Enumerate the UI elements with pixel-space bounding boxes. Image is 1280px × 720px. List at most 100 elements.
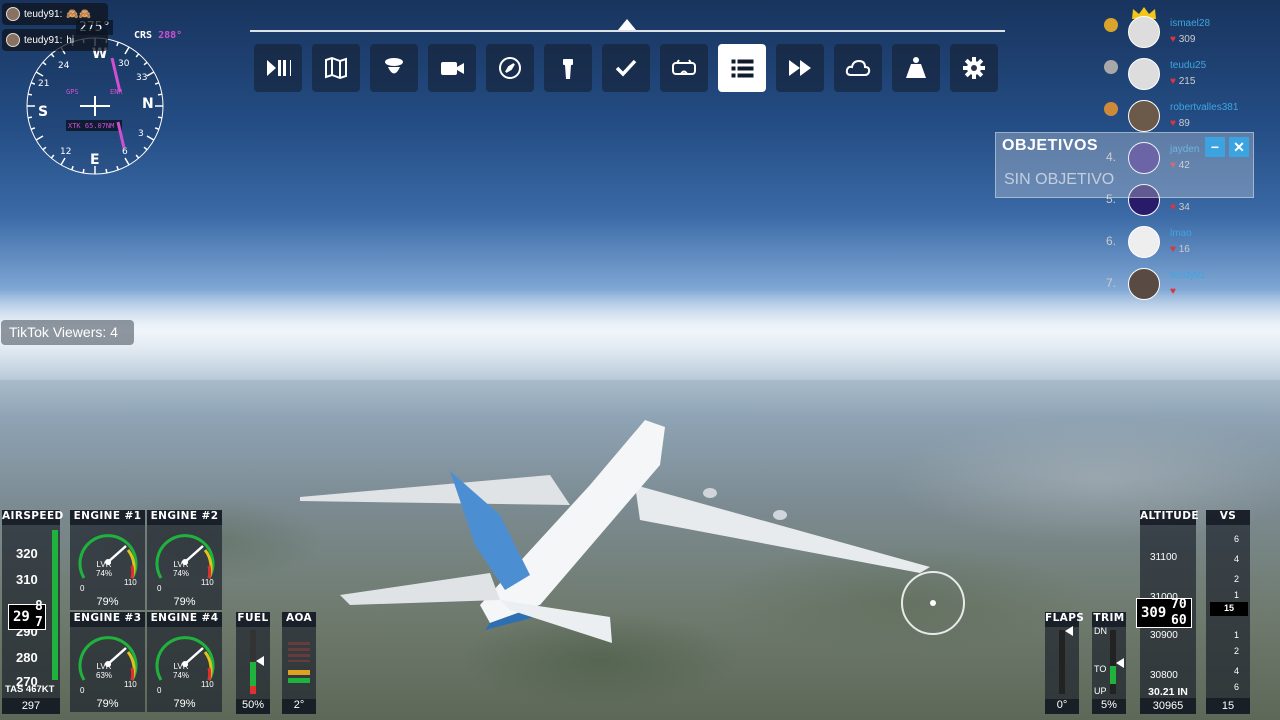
atc-button[interactable] <box>544 44 592 92</box>
pilot-icon <box>385 58 403 74</box>
engine-max: 110 <box>201 680 214 689</box>
leaderboard-score: 89 <box>1170 118 1190 129</box>
flaps-pointer <box>1065 626 1073 636</box>
leaderboard-score: 215 <box>1170 76 1196 87</box>
leaderboard-name: teudu25 <box>1170 60 1207 71</box>
compass-num: 21 <box>38 79 49 89</box>
minimize-button[interactable]: − <box>1205 137 1225 157</box>
leaderboard-row: 6. lmao 16 <box>1100 224 1270 260</box>
settings-button[interactable] <box>950 44 998 92</box>
airspeed-indicator: AIRSPEED 320 310 290 280 270 29 8 7 TAS … <box>2 510 63 714</box>
close-button[interactable]: ✕ <box>1229 137 1249 157</box>
tas-readout: TAS 467KT <box>5 684 55 695</box>
altitude-tick: 30800 <box>1150 670 1178 681</box>
checkmark-icon <box>615 59 637 77</box>
chat-message: teudy91: hi <box>2 29 108 51</box>
vs-readout: 15 <box>1210 602 1248 616</box>
compass-num: 12 <box>60 147 71 157</box>
trim-pointer <box>1116 658 1124 668</box>
compass-tick <box>157 116 163 119</box>
vs-title: VS <box>1206 510 1250 525</box>
engine-title: ENGINE #3 <box>70 612 145 627</box>
engine-min: 0 <box>157 584 162 593</box>
airspeed-green-band <box>52 530 58 680</box>
heading-compass: W N S E 30 33 24 21 12 3 6 GPS ENR XTK 6… <box>26 37 164 175</box>
vs-tick: 1 <box>1234 630 1240 640</box>
avatar <box>1128 226 1160 258</box>
vr-headset-icon <box>672 59 696 75</box>
altitude-title: ALTITUDE <box>1140 510 1199 525</box>
toolbar-caret[interactable] <box>618 19 636 30</box>
fuel-title: FUEL <box>236 612 270 627</box>
map-icon <box>325 56 347 80</box>
baro-setting: 30.21 IN <box>1148 686 1188 698</box>
leaderboard-row: 7. teudy91 <box>1100 266 1270 302</box>
engine-title: ENGINE #2 <box>147 510 222 525</box>
compass-tick <box>157 93 163 96</box>
engine-title: ENGINE #4 <box>147 612 222 627</box>
avatar <box>1128 268 1160 300</box>
navlog-button[interactable] <box>486 44 534 92</box>
vs-tick: 6 <box>1234 682 1240 692</box>
airspeed-tick: 280 <box>16 650 38 665</box>
compass-tick <box>27 116 33 119</box>
leaderboard-rank: 6. <box>1106 234 1117 248</box>
sim-rate-button[interactable] <box>776 44 824 92</box>
camera-icon <box>441 62 464 75</box>
trim-title: TRIM <box>1092 612 1126 627</box>
engine-3-gauge: ENGINE #3 LVR 63% 0 110 79% <box>70 612 145 712</box>
enr-label: ENR <box>110 88 123 96</box>
gold-medal-icon <box>1104 18 1118 32</box>
avatar <box>1128 58 1160 90</box>
top-toolbar <box>254 44 998 92</box>
leaderboard-score: 16 <box>1170 244 1190 255</box>
compass-num: 33 <box>136 73 147 83</box>
altitude-readout: 309 70 60 <box>1136 597 1192 628</box>
engine-min: 0 <box>80 686 85 695</box>
toolbar-divider <box>250 30 1005 32</box>
checklist-button[interactable] <box>602 44 650 92</box>
weight-button[interactable] <box>892 44 940 92</box>
leaderboard-name: lmao <box>1170 228 1192 239</box>
vs-tick: 1 <box>1234 590 1240 600</box>
engine-n1: 79% <box>173 698 196 710</box>
airspeed-bottom: 297 <box>2 698 60 714</box>
flaps-title: FLAPS <box>1045 612 1084 627</box>
leaderboard-name: teudy91 <box>1170 270 1206 281</box>
compass-num: 6 <box>122 147 128 157</box>
vr-button[interactable] <box>660 44 708 92</box>
weather-button[interactable] <box>834 44 882 92</box>
compass-num: 24 <box>58 61 70 71</box>
compass-num: 3 <box>138 129 144 139</box>
leaderboard-score: 34 <box>1170 202 1190 213</box>
compass-tick <box>27 93 33 96</box>
airspeed-tick: 310 <box>16 572 38 587</box>
airspeed-title: AIRSPEED <box>2 510 63 525</box>
chat-avatar <box>6 33 20 47</box>
engine-lever: LVR 74% <box>173 560 190 578</box>
leaderboard-row: teudu25 215 <box>1100 56 1270 92</box>
engine-n1: 79% <box>96 698 119 710</box>
fuel-value: 50% <box>236 699 270 714</box>
aoa-gauge: AOA 2° <box>282 612 316 714</box>
engine-max: 110 <box>124 578 137 587</box>
engine-2-gauge: ENGINE #2 LVR 74% 0 110 79% <box>147 510 222 610</box>
map-button[interactable] <box>312 44 360 92</box>
compass-icon <box>499 57 521 79</box>
leaderboard-row: robertvalles381 89 <box>1100 98 1270 134</box>
objectives-button[interactable] <box>718 44 766 92</box>
pilot-button[interactable] <box>370 44 418 92</box>
gear-icon <box>963 57 985 79</box>
engine-min: 0 <box>80 584 85 593</box>
tiktok-viewers: TikTok Viewers: 4 <box>1 320 134 345</box>
pause-play-button[interactable] <box>254 44 302 92</box>
compass-tick <box>82 168 85 174</box>
list-icon <box>731 59 754 78</box>
silver-medal-icon <box>1104 60 1118 74</box>
chat-message: teudy91: 🙈🙈 <box>2 3 108 25</box>
vertical-speed-indicator: VS 6 4 2 1 1 2 4 6 15 15 <box>1206 510 1250 714</box>
weight-icon <box>906 57 926 78</box>
compass-s: S <box>38 104 48 120</box>
chat-overlay: teudy91: 🙈🙈 teudy91: hi <box>2 3 108 55</box>
camera-button[interactable] <box>428 44 476 92</box>
